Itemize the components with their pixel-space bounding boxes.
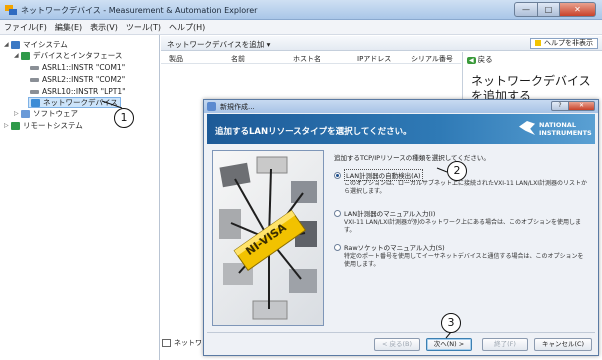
menu-view[interactable]: 表示(V) xyxy=(90,22,118,33)
dialog-header-banner: 追加するLANリソースタイプを選択してください。 NATIONAL INSTRU… xyxy=(207,114,595,144)
next-button[interactable]: 次へ(N) > xyxy=(426,338,472,351)
collapse-arrow-icon[interactable]: ▷ xyxy=(4,122,11,129)
dialog-separator xyxy=(207,332,595,333)
tree-item-my-system[interactable]: ◢ マイシステム xyxy=(4,39,68,50)
minimize-button[interactable]: — xyxy=(514,2,538,17)
expand-arrow-icon[interactable]: ◢ xyxy=(14,52,21,59)
main-title-bar: ネットワークデバイス - Measurement & Automation Ex… xyxy=(0,0,602,20)
computer-icon xyxy=(11,40,20,49)
config-tree: ◢ マイシステム ◢ デバイスとインタフェース ASRL1::INSTR "CO… xyxy=(0,35,160,360)
option-manual-lan-label: LAN計測器のマニュアル入力(I) xyxy=(344,210,436,218)
add-network-device-button[interactable]: ネットワークデバイスを追加 ▾ xyxy=(167,39,270,50)
tree-item-asrl1[interactable]: ASRL1::INSTR "COM1" xyxy=(30,62,125,73)
ni-visa-illustration: NI-VISA xyxy=(212,150,324,326)
serial-port-icon xyxy=(30,77,39,82)
parallel-port-icon xyxy=(30,89,39,94)
column-name[interactable]: 名前 xyxy=(231,54,245,64)
serial-port-icon xyxy=(30,65,39,70)
finish-button[interactable]: 終了(F) xyxy=(482,338,528,351)
wizard-icon xyxy=(207,102,216,111)
tree-item-devices[interactable]: ◢ デバイスとインタフェース xyxy=(14,50,122,61)
ni-logo: NATIONAL INSTRUMENTS xyxy=(519,119,592,139)
bottom-tab-network[interactable]: ネットワ xyxy=(162,338,202,350)
option-auto-detect-desc: このオプションは、ローカルサブネット上に接続されたVXI-11 LAN/LXI計… xyxy=(344,180,588,195)
dialog-heading: 追加するLANリソースタイプを選択してください。 xyxy=(215,127,412,137)
close-button[interactable]: ✕ xyxy=(560,2,596,17)
radio-auto-detect[interactable] xyxy=(334,171,341,179)
menu-help[interactable]: ヘルプ(H) xyxy=(169,22,205,33)
cancel-button[interactable]: キャンセル(C) xyxy=(534,338,592,351)
network-icon xyxy=(31,98,40,107)
menu-edit[interactable]: 編集(E) xyxy=(55,22,82,33)
device-table-header: 製品 名前 ホスト名 IPアドレス シリアル番号 xyxy=(161,52,461,64)
dialog-close-button[interactable]: ✕ xyxy=(569,101,595,111)
callout-1: 1 xyxy=(114,108,134,128)
help-back-button[interactable]: 戻る xyxy=(467,54,493,65)
tree-item-network-devices[interactable]: ネットワークデバイス xyxy=(28,97,121,108)
expand-arrow-icon[interactable]: ◢ xyxy=(4,41,11,48)
new-resource-dialog: 新規作成... ? ✕ 追加するLANリソースタイプを選択してください。 NAT… xyxy=(203,99,599,356)
hide-help-button[interactable]: ヘルプを非表示 xyxy=(530,38,598,49)
callout-3: 3 xyxy=(441,313,461,333)
menu-file[interactable]: ファイル(F) xyxy=(4,22,47,33)
back-button[interactable]: < 戻る(B) xyxy=(374,338,420,351)
dialog-title: 新規作成... xyxy=(220,103,255,111)
callout-2: 2 xyxy=(447,161,467,181)
dialog-help-button[interactable]: ? xyxy=(551,101,569,111)
software-icon xyxy=(21,109,30,118)
column-hostname[interactable]: ホスト名 xyxy=(293,54,321,64)
option-raw-socket-desc: 特定のポート番号を使用してイーサネットデバイスと通信する場合は、このオプションを… xyxy=(344,253,584,268)
collapse-arrow-icon[interactable]: ▷ xyxy=(14,110,21,117)
option-manual-lan[interactable]: LAN計測器のマニュアル入力(I) xyxy=(334,208,435,218)
remote-systems-icon xyxy=(11,121,20,130)
column-product[interactable]: 製品 xyxy=(169,54,183,64)
option-manual-lan-desc: VXI-11 LAN/LXI計測器が別のネットワーク上にある場合は、このオプショ… xyxy=(344,219,582,234)
column-serial[interactable]: シリアル番号 xyxy=(411,54,453,64)
devices-icon xyxy=(21,51,30,60)
tree-item-remote[interactable]: ▷ リモートシステム xyxy=(4,120,83,131)
menu-tools[interactable]: ツール(T) xyxy=(126,22,161,33)
maximize-button[interactable]: □ xyxy=(538,2,560,17)
option-raw-socket-label: Rawソケットのマニュアル入力(S) xyxy=(344,244,445,252)
column-ip-address[interactable]: IPアドレス xyxy=(357,54,391,64)
dialog-title-bar: 新規作成... ? ✕ xyxy=(204,100,598,113)
max-app-icon xyxy=(5,4,17,16)
resource-prompt: 追加するTCP/IPリソースの種類を選択してください。 xyxy=(334,154,490,162)
tree-item-asrl2[interactable]: ASRL2::INSTR "COM2" xyxy=(30,74,125,85)
radio-raw-socket[interactable] xyxy=(334,243,341,251)
radio-manual-lan[interactable] xyxy=(334,209,341,217)
menu-bar: ファイル(F) 編集(E) 表示(V) ツール(T) ヘルプ(H) xyxy=(0,20,602,35)
device-toolbar: ネットワークデバイスを追加 ▾ ヘルプを非表示 xyxy=(161,36,602,51)
tree-item-asrl10[interactable]: ASRL10::INSTR "LPT1" xyxy=(30,86,126,97)
option-raw-socket[interactable]: Rawソケットのマニュアル入力(S) xyxy=(334,242,445,252)
tree-item-software[interactable]: ▷ ソフトウェア xyxy=(14,108,78,119)
window-title: ネットワークデバイス - Measurement & Automation Ex… xyxy=(21,6,258,15)
ni-eagle-icon xyxy=(519,121,535,135)
